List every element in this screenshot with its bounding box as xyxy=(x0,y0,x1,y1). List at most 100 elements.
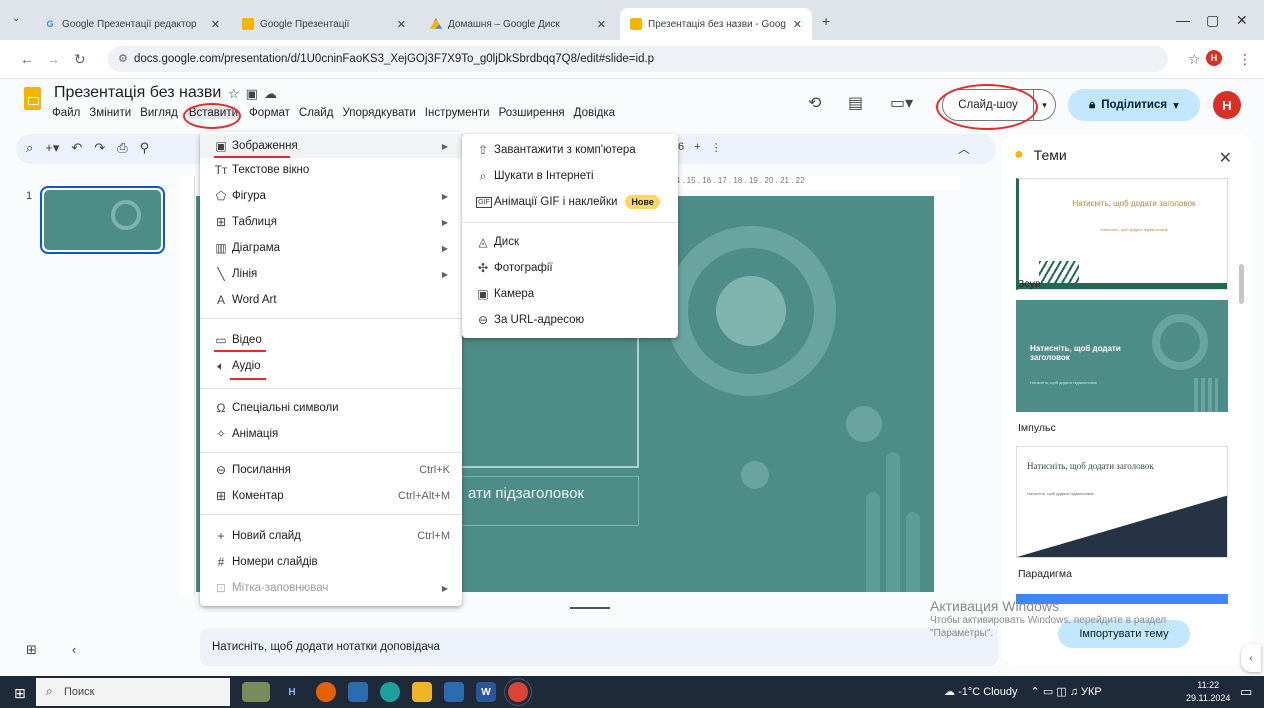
kebab-menu-icon[interactable]: ⋮ xyxy=(1238,51,1252,68)
document-title[interactable]: Презентація без назви xyxy=(54,84,221,102)
maximize-icon[interactable]: ▢ xyxy=(1206,12,1219,29)
menu-item-table[interactable]: ⊞ Таблиця ▶ xyxy=(200,210,462,234)
slides-logo-icon[interactable] xyxy=(24,87,41,110)
file-explorer-icon[interactable] xyxy=(412,682,432,702)
theme-card-0[interactable]: Натисніть, щоб додати заголовок Натисніт… xyxy=(1016,178,1228,290)
close-icon[interactable]: ✕ xyxy=(211,18,220,31)
tab-search-chevron-icon[interactable]: ⌄ xyxy=(12,13,20,24)
menu-view[interactable]: Вигляд xyxy=(140,107,178,119)
menu-item-comment[interactable]: ⊞ Коментар Ctrl+Alt+M xyxy=(200,484,462,508)
forward-arrow-icon[interactable]: → xyxy=(46,51,60,67)
taskbar-app-icon[interactable]: H xyxy=(282,682,302,702)
star-icon[interactable]: ☆ xyxy=(228,86,246,101)
windows-start-icon[interactable]: ⊞ xyxy=(14,685,26,702)
collapse-toolbar-icon[interactable]: ︿ xyxy=(958,140,970,157)
history-icon[interactable]: ⟲ xyxy=(808,93,821,113)
tab-1[interactable]: G Google Презентації редактор ✕ xyxy=(34,8,230,40)
slideshow-dropdown-icon[interactable]: ▾ xyxy=(1034,89,1056,121)
submenu-item-url[interactable]: ⊖ За URL-адресою xyxy=(462,308,678,332)
menu-item-line[interactable]: ╲ Лінія ▶ xyxy=(200,262,462,286)
menu-arrange[interactable]: Упорядкувати xyxy=(342,107,415,119)
paint-format-icon[interactable]: ⚲ xyxy=(140,140,150,156)
taskbar-app-icon[interactable] xyxy=(444,682,464,702)
taskbar-search[interactable]: ⌕ Поиск xyxy=(36,678,230,706)
notes-resize-handle[interactable] xyxy=(570,607,610,609)
menu-item-image[interactable]: ▣ Зображення ▶ xyxy=(200,134,462,158)
clock[interactable]: 11:22 29.11.2024 xyxy=(1186,679,1230,705)
back-arrow-icon[interactable]: ← xyxy=(20,51,34,67)
comments-icon[interactable]: ▤ xyxy=(848,93,863,113)
menu-item-special-chars[interactable]: Ω Спеціальні символи xyxy=(200,396,462,420)
scrollbar[interactable] xyxy=(1239,264,1244,304)
bookmark-star-icon[interactable]: ☆ xyxy=(1188,51,1201,68)
menu-item-video[interactable]: ▭ Відео xyxy=(200,328,462,352)
submenu-item-gif[interactable]: GIF Анімації GIF і наклейки Нове xyxy=(462,190,678,214)
word-icon[interactable]: W xyxy=(476,682,496,702)
taskbar-app-icon[interactable] xyxy=(348,682,368,702)
menu-item-slide-numbers[interactable]: # Номери слайдів xyxy=(200,550,462,574)
tab-2[interactable]: Google Презентації ✕ xyxy=(232,8,416,40)
share-button[interactable]: 🔒︎ Поділитися ▾ xyxy=(1068,89,1200,121)
side-panel-toggle-icon[interactable]: ‹ xyxy=(1241,644,1261,672)
menu-item-chart[interactable]: ▥ Діаграма ▶ xyxy=(200,236,462,260)
menu-extensions[interactable]: Розширення xyxy=(499,107,565,119)
theme-card-paradigm[interactable]: Натисніть, щоб додати заголовок Натисніт… xyxy=(1016,446,1228,558)
search-menus-icon[interactable]: ⌕ xyxy=(26,140,33,156)
new-tab-plus-icon[interactable]: + xyxy=(822,13,830,29)
edge-icon[interactable] xyxy=(380,682,400,702)
close-icon[interactable]: ✕ xyxy=(1219,148,1232,168)
menu-item-text-box[interactable]: Tт Текстове вікно xyxy=(200,158,462,182)
menu-edit[interactable]: Змінити xyxy=(89,107,131,119)
meet-camera-icon[interactable]: ▭▾ xyxy=(890,93,913,113)
menu-item-animation[interactable]: ✧ Анімація xyxy=(200,422,462,446)
minimize-icon[interactable]: — xyxy=(1176,12,1190,28)
menu-format[interactable]: Формат xyxy=(249,107,290,119)
menu-tools[interactable]: Інструменти xyxy=(425,107,490,119)
cloud-status-icon[interactable]: ☁ xyxy=(264,86,283,101)
weather-text[interactable]: -1°C Cloudy xyxy=(958,686,1017,698)
window-close-icon[interactable]: ✕ xyxy=(1236,12,1248,29)
speaker-notes-field[interactable]: Натисніть, щоб додати нотатки доповідача xyxy=(200,628,998,666)
reload-icon[interactable]: ↻ xyxy=(74,51,86,68)
move-folder-icon[interactable]: ▣ xyxy=(246,86,264,101)
print-icon[interactable]: ⎙ xyxy=(117,140,127,156)
notification-icon[interactable]: ▭ xyxy=(1240,684,1252,700)
collapse-filmstrip-icon[interactable]: ‹ xyxy=(72,642,76,657)
chrome-icon[interactable] xyxy=(508,682,528,702)
tray-icons[interactable]: ⌃ ▭ ◫ ♫ xyxy=(1031,686,1081,698)
submenu-item-photos[interactable]: ✣ Фотографії xyxy=(462,256,678,280)
url-field[interactable]: ⚙ docs.google.com/presentation/d/1U0cnin… xyxy=(108,46,1168,72)
submenu-item-upload[interactable]: ⇧ Завантажити з комп'ютера xyxy=(462,138,678,162)
menu-file[interactable]: Файл xyxy=(52,107,80,119)
taskbar-widget-icon[interactable] xyxy=(242,682,270,702)
menu-item-link[interactable]: ⊖ Посилання Ctrl+K xyxy=(200,458,462,482)
undo-icon[interactable]: ↶ xyxy=(71,140,82,156)
menu-item-audio[interactable]: 🔈︎ Аудіо xyxy=(200,354,462,378)
submenu-item-drive[interactable]: ◬ Диск xyxy=(462,230,678,254)
menu-help[interactable]: Довідка xyxy=(574,107,615,119)
close-icon[interactable]: ✕ xyxy=(397,18,406,31)
menu-item-shape[interactable]: ⬠ Фігура ▶ xyxy=(200,184,462,208)
account-avatar[interactable]: Н xyxy=(1213,91,1241,119)
close-icon[interactable]: ✕ xyxy=(597,18,606,31)
menu-insert[interactable]: Вставити xyxy=(186,107,241,119)
increase-font-icon[interactable]: + xyxy=(694,141,700,154)
theme-card-impulse[interactable]: Натисніть, щоб додати заголовок Натисніт… xyxy=(1016,300,1228,412)
slideshow-button[interactable]: Слайд-шоу xyxy=(942,89,1034,121)
menu-item-word-art[interactable]: A Word Art xyxy=(200,288,462,312)
close-icon[interactable]: ✕ xyxy=(793,18,802,31)
tab-3[interactable]: Домашня – Google Диск ✕ xyxy=(420,8,616,40)
menu-item-new-slide[interactable]: + Новий слайд Ctrl+M xyxy=(200,524,462,548)
firefox-icon[interactable] xyxy=(316,682,336,702)
tab-4-active[interactable]: Презентація без назви - Goog ✕ xyxy=(620,8,812,40)
more-options-icon[interactable]: ⋮ xyxy=(711,141,722,154)
menu-slide[interactable]: Слайд xyxy=(299,107,334,119)
submenu-item-web-search[interactable]: ⌕ Шукати в Інтернеті xyxy=(462,164,678,188)
submenu-item-camera[interactable]: ▣ Камера xyxy=(462,282,678,306)
font-size-value[interactable]: 6 xyxy=(678,141,684,154)
grid-view-icon[interactable]: ⊞ xyxy=(26,642,37,658)
redo-icon[interactable]: ↷ xyxy=(94,140,105,156)
site-info-icon[interactable]: ⚙ xyxy=(118,52,128,65)
title-placeholder-box[interactable] xyxy=(455,330,639,468)
profile-avatar-icon[interactable]: Н xyxy=(1206,50,1222,66)
